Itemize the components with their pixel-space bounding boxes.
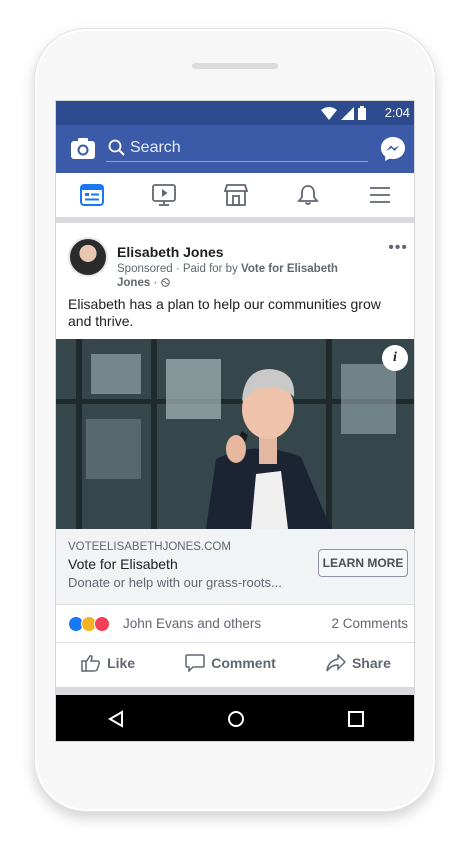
link-domain: VOTEELISABETHJONES.COM	[68, 541, 231, 553]
like-label: Like	[107, 655, 136, 671]
tab-menu[interactable]	[360, 175, 400, 215]
messenger-icon[interactable]	[380, 136, 406, 162]
reactions-bar: John Evans and others 2 Comments	[56, 605, 414, 643]
back-icon[interactable]	[107, 710, 125, 728]
marketplace-icon	[224, 184, 248, 206]
status-icons	[321, 106, 366, 120]
post-actions: Like Comment Share	[56, 643, 414, 683]
post-image[interactable]: i	[56, 339, 414, 529]
feed-divider	[56, 687, 414, 695]
search-input[interactable]	[130, 137, 360, 159]
paid-for-prefix: · Paid for by	[175, 263, 238, 275]
app-bar	[56, 125, 414, 173]
post-meta: Sponsored · Paid for by Vote for Elisabe…	[117, 262, 367, 290]
ad-info-icon[interactable]: i	[382, 345, 408, 371]
post-text: Elisabeth has a plan to help our communi…	[68, 296, 381, 329]
thumbs-up-icon	[81, 655, 101, 672]
learn-more-button[interactable]: LEARN MORE	[318, 549, 408, 577]
wifi-icon	[321, 106, 337, 120]
reaction-names[interactable]: John Evans and others	[123, 616, 261, 631]
comment-label: Comment	[211, 655, 276, 671]
like-button[interactable]: Like	[81, 654, 135, 672]
comment-icon	[185, 654, 205, 672]
share-label: Share	[351, 655, 391, 671]
share-button[interactable]: Share	[326, 654, 391, 672]
status-bar: 2:04	[56, 101, 414, 125]
battery-icon	[358, 106, 366, 120]
recents-icon[interactable]	[347, 710, 365, 728]
sponsored-label: Sponsored	[117, 263, 173, 275]
link-description: Donate or help with our grass-roots...	[68, 575, 282, 590]
bell-icon	[297, 185, 319, 205]
link-headline: Vote for Elisabeth	[68, 556, 178, 572]
search-icon	[108, 139, 125, 156]
tab-watch[interactable]	[144, 175, 184, 215]
meta-dot: ·	[153, 277, 158, 289]
camera-icon[interactable]	[70, 137, 96, 161]
menu-icon	[370, 187, 390, 203]
globe-icon	[160, 278, 170, 287]
avatar[interactable]	[68, 237, 108, 277]
watch-icon	[152, 184, 176, 206]
home-icon[interactable]	[227, 710, 245, 728]
link-card[interactable]: VOTEELISABETHJONES.COM Vote for Elisabet…	[56, 529, 414, 605]
status-time: 2:04	[384, 105, 410, 120]
reaction-icons[interactable]	[68, 616, 110, 632]
more-options-icon[interactable]: •••	[388, 239, 408, 257]
tab-bar	[56, 173, 414, 223]
love-reaction-icon	[94, 616, 110, 632]
comment-count[interactable]: 2 Comments	[331, 616, 408, 631]
photo-illustration	[56, 339, 414, 529]
phone-screen: 2:04 Search Elisabeth Jones Sponsored · …	[55, 100, 415, 742]
search-bar[interactable]	[106, 136, 368, 162]
news-feed-icon	[80, 184, 104, 206]
android-nav-bar	[56, 695, 414, 741]
share-icon	[326, 654, 346, 672]
tab-news-feed[interactable]	[72, 175, 112, 215]
cellular-icon	[341, 106, 354, 120]
tab-notifications[interactable]	[288, 175, 328, 215]
tab-marketplace[interactable]	[216, 175, 256, 215]
phone-speaker	[192, 63, 278, 69]
comment-button[interactable]: Comment	[185, 654, 276, 672]
post-author[interactable]: Elisabeth Jones	[117, 244, 224, 260]
